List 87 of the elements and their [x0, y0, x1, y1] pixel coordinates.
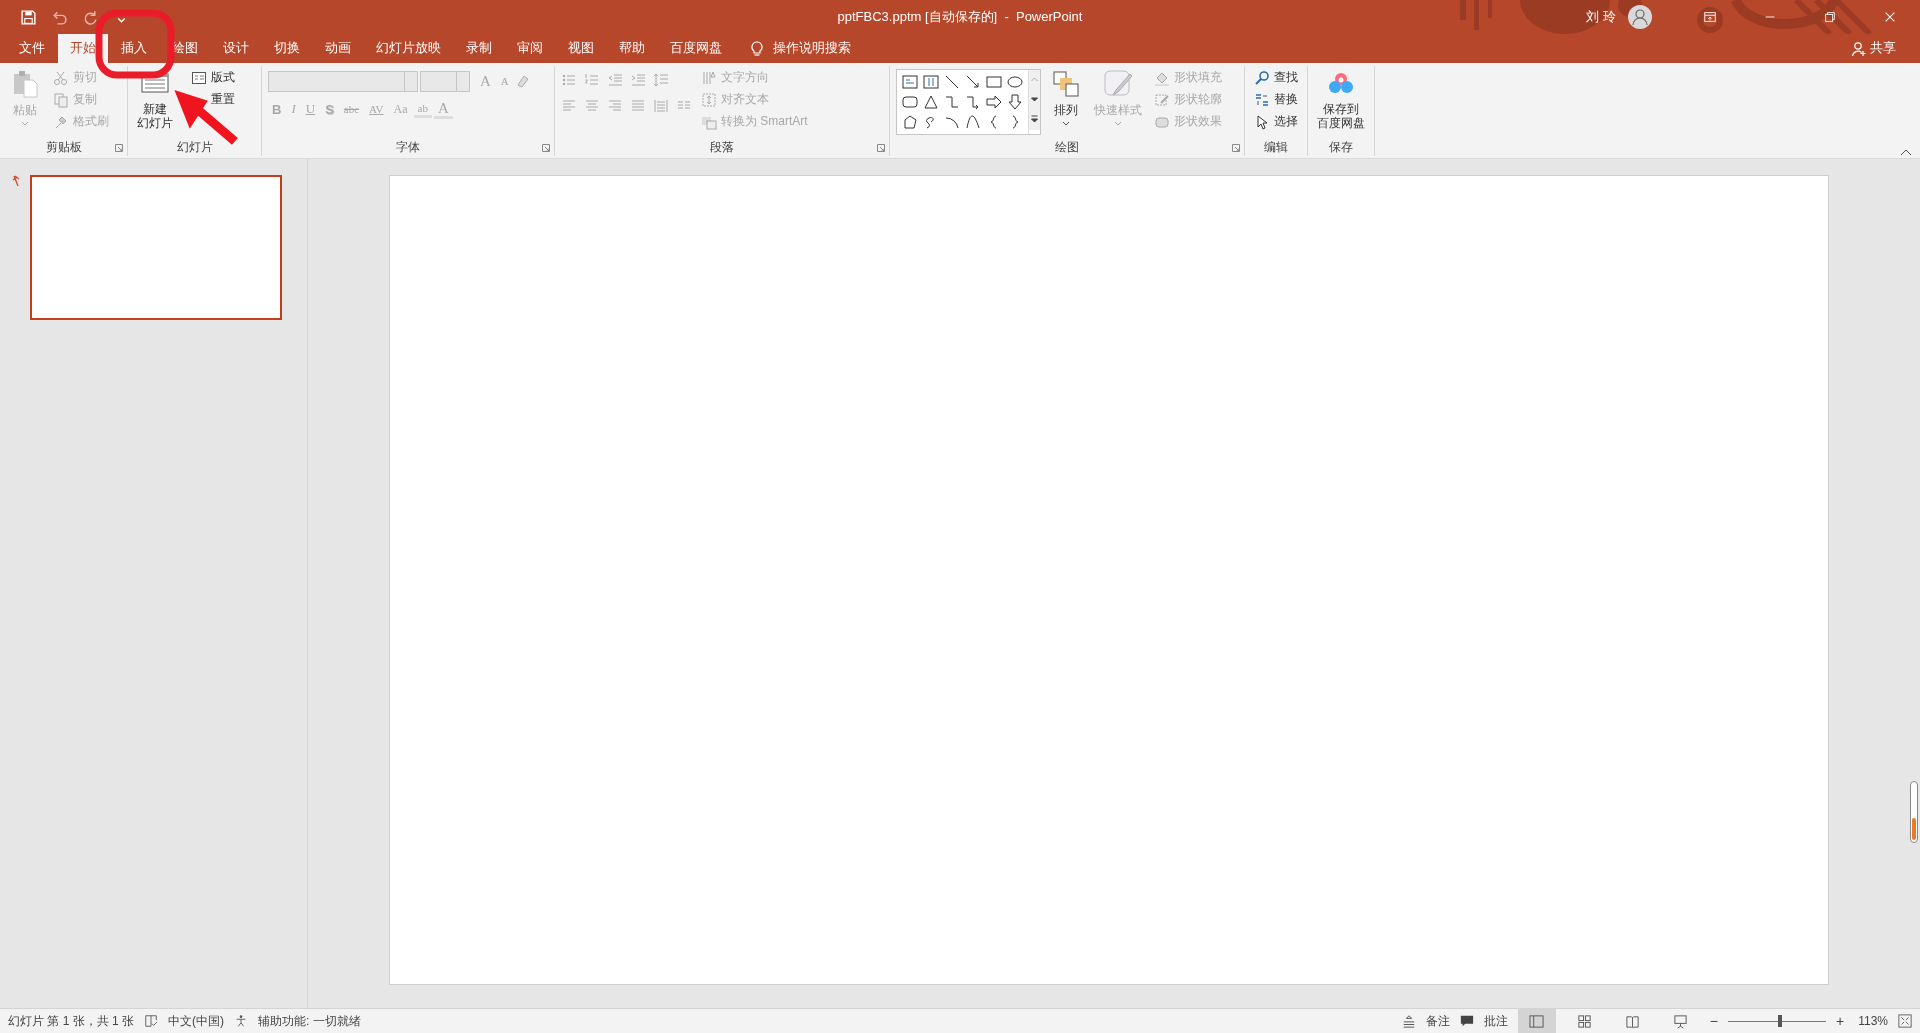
- select-button[interactable]: 选择: [1251, 111, 1301, 132]
- find-button[interactable]: 查找: [1251, 67, 1301, 88]
- ribbon-tab[interactable]: 录制: [454, 34, 504, 63]
- share-button[interactable]: 共享: [1870, 40, 1896, 57]
- arrow-line-icon[interactable]: [965, 74, 981, 90]
- accessibility-status[interactable]: 辅助功能: 一切就绪: [258, 1012, 361, 1030]
- lightbulb-icon[interactable]: [749, 40, 765, 57]
- caret-icon: [1062, 121, 1070, 126]
- avatar-icon[interactable]: [1628, 5, 1652, 29]
- ribbon-display-icon[interactable]: [1703, 10, 1717, 24]
- replace-button[interactable]: 替换: [1251, 89, 1301, 110]
- arrange-icon: [1050, 68, 1082, 100]
- dialog-launcher-icon[interactable]: [1232, 144, 1240, 152]
- fit-to-window-icon[interactable]: [1898, 1014, 1912, 1028]
- down-arrow-icon[interactable]: [1007, 94, 1023, 110]
- group-label: 剪贴板: [45, 138, 82, 156]
- zoom-thumb[interactable]: [1777, 1015, 1782, 1027]
- layout-icon: [191, 69, 207, 86]
- search-icon: [1254, 69, 1270, 86]
- group-label: 编辑: [1264, 138, 1288, 156]
- dialog-launcher-icon[interactable]: [877, 144, 885, 152]
- ribbon-tab[interactable]: 审阅: [505, 34, 555, 63]
- triangle-icon[interactable]: [923, 94, 939, 110]
- new-slide-button[interactable]: 新建 幻灯片: [134, 66, 176, 132]
- ribbon-tab[interactable]: 视图: [556, 34, 606, 63]
- pencil-icon: [1154, 91, 1170, 108]
- ribbon-tab[interactable]: 设计: [211, 34, 261, 63]
- spelling-icon[interactable]: [144, 1014, 159, 1028]
- pointer-icon: [1254, 113, 1270, 130]
- notes-icon[interactable]: [1401, 1014, 1416, 1028]
- vertical-text-box-icon[interactable]: [923, 74, 939, 90]
- layout-button[interactable]: 版式: [188, 67, 238, 88]
- ribbon-tab[interactable]: 百度网盘: [658, 34, 734, 63]
- shape-gallery[interactable]: [896, 69, 1041, 135]
- copy-icon: [53, 91, 69, 108]
- oval-icon[interactable]: [1007, 74, 1023, 90]
- slide-marker-icon: [12, 175, 22, 187]
- scissors-icon: [53, 69, 69, 86]
- font-size-field[interactable]: [420, 70, 470, 92]
- ribbon-tab[interactable]: 文件: [7, 34, 57, 63]
- restore-icon[interactable]: [1823, 10, 1837, 24]
- save-icon[interactable]: [20, 8, 37, 26]
- zoom-out-button[interactable]: −: [1709, 1013, 1718, 1029]
- caret-icon: [1114, 121, 1122, 126]
- user-name[interactable]: 刘 玲: [1586, 8, 1616, 26]
- align-text-icon: [701, 91, 717, 108]
- curve-icon[interactable]: [965, 114, 981, 130]
- ribbon-tab[interactable]: 幻灯片放映: [364, 34, 453, 63]
- comments-button[interactable]: 批注: [1483, 1012, 1508, 1030]
- dialog-launcher-icon[interactable]: [115, 144, 123, 152]
- arc-icon[interactable]: [944, 114, 960, 130]
- right-arrow-icon[interactable]: [986, 94, 1002, 110]
- window-title: pptFBC3.pptm [自动保存的] - PowerPoint: [837, 8, 1083, 26]
- more-icon[interactable]: [1029, 110, 1040, 130]
- slide-thumbnail[interactable]: [30, 175, 282, 320]
- text-direction-icon: [701, 69, 717, 86]
- group-label: 保存: [1329, 138, 1353, 156]
- dialog-launcher-icon[interactable]: [542, 144, 550, 152]
- comment-icon[interactable]: [1459, 1014, 1474, 1028]
- save-to-cloud-button[interactable]: 保存到 百度网盘: [1314, 66, 1368, 132]
- line-icon[interactable]: [944, 74, 960, 90]
- collapse-ribbon-icon[interactable]: [1900, 148, 1912, 156]
- notes-button[interactable]: 备注: [1425, 1012, 1450, 1030]
- scroll-bar[interactable]: [1910, 781, 1918, 843]
- group-label: 绘图: [1055, 138, 1079, 156]
- group-label: 段落: [710, 138, 734, 156]
- language-status[interactable]: 中文(中国): [168, 1012, 225, 1030]
- zoom-level[interactable]: 113%: [1858, 1014, 1888, 1028]
- ribbon-tab[interactable]: 切换: [262, 34, 312, 63]
- normal-view-icon[interactable]: [1517, 1009, 1556, 1033]
- redo-icon[interactable]: [82, 8, 99, 26]
- freeform-icon[interactable]: [902, 114, 918, 130]
- replace-icon: [1254, 91, 1270, 108]
- ribbon-tab[interactable]: 动画: [313, 34, 363, 63]
- group-label: 字体: [396, 138, 420, 156]
- arrange-button[interactable]: 排列: [1047, 66, 1085, 128]
- reset-button[interactable]: 重置: [208, 89, 238, 110]
- elbow-arrow-icon[interactable]: [965, 94, 981, 110]
- ribbon-tab[interactable]: 帮助: [607, 34, 657, 63]
- share-icon[interactable]: [1851, 40, 1867, 57]
- caret-icon: [21, 121, 29, 126]
- zoom-in-button[interactable]: +: [1836, 1013, 1845, 1029]
- tell-me-search[interactable]: 操作说明搜索: [773, 40, 851, 57]
- close-icon[interactable]: [1883, 10, 1897, 24]
- slide-count: 幻灯片 第 1 张，共 1 张: [8, 1012, 135, 1030]
- group-label: 幻灯片: [176, 138, 213, 156]
- rounded-rectangle-icon[interactable]: [902, 94, 918, 110]
